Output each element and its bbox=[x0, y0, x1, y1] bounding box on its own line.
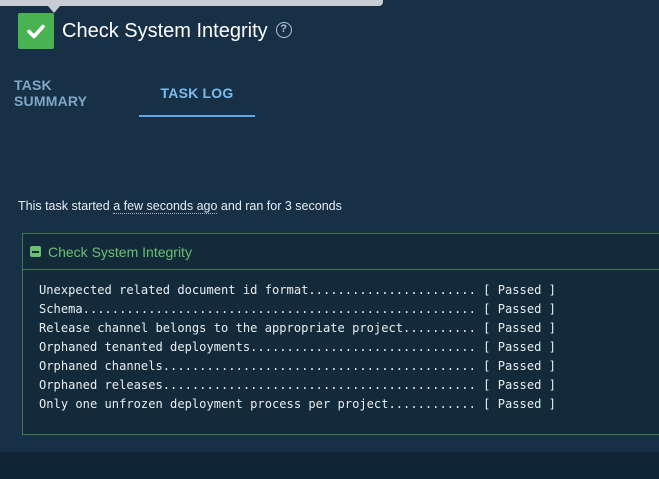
log-line: Orphaned tenanted deployments...........… bbox=[39, 340, 556, 354]
log-section-header[interactable]: Check System Integrity bbox=[23, 234, 659, 270]
log-section-title: Check System Integrity bbox=[48, 243, 192, 260]
log-line: Only one unfrozen deployment process per… bbox=[39, 397, 556, 411]
log-section: Check System Integrity Unexpected relate… bbox=[22, 233, 659, 435]
log-line: Orphaned releases.......................… bbox=[39, 378, 556, 392]
page-header: Check System Integrity ? bbox=[18, 13, 292, 49]
start-time-relative: a few seconds ago bbox=[113, 199, 218, 214]
start-info-middle: and ran for bbox=[220, 199, 282, 213]
start-info-prefix: This task started bbox=[18, 199, 110, 213]
tooltip-arrow bbox=[48, 6, 60, 13]
task-start-info: This task started a few seconds ago and … bbox=[18, 199, 342, 214]
log-lines: Unexpected related document id format...… bbox=[23, 270, 659, 414]
task-panel: Check System Integrity ? TASK SUMMARY TA… bbox=[0, 0, 659, 452]
log-line: Unexpected related document id format...… bbox=[39, 283, 556, 297]
check-icon bbox=[27, 24, 45, 39]
collapse-icon[interactable] bbox=[30, 246, 41, 257]
tab-bar: TASK SUMMARY TASK LOG bbox=[0, 70, 255, 117]
log-line: Orphaned channels.......................… bbox=[39, 359, 556, 373]
task-duration: 3 seconds bbox=[284, 199, 342, 213]
tab-task-log[interactable]: TASK LOG bbox=[139, 70, 255, 117]
log-line: Schema..................................… bbox=[39, 302, 556, 316]
tab-task-summary[interactable]: TASK SUMMARY bbox=[0, 70, 139, 115]
help-icon[interactable]: ? bbox=[275, 21, 292, 38]
page-title: Check System Integrity bbox=[62, 19, 268, 42]
success-status-icon bbox=[18, 13, 54, 49]
log-line: Release channel belongs to the appropria… bbox=[39, 321, 556, 335]
